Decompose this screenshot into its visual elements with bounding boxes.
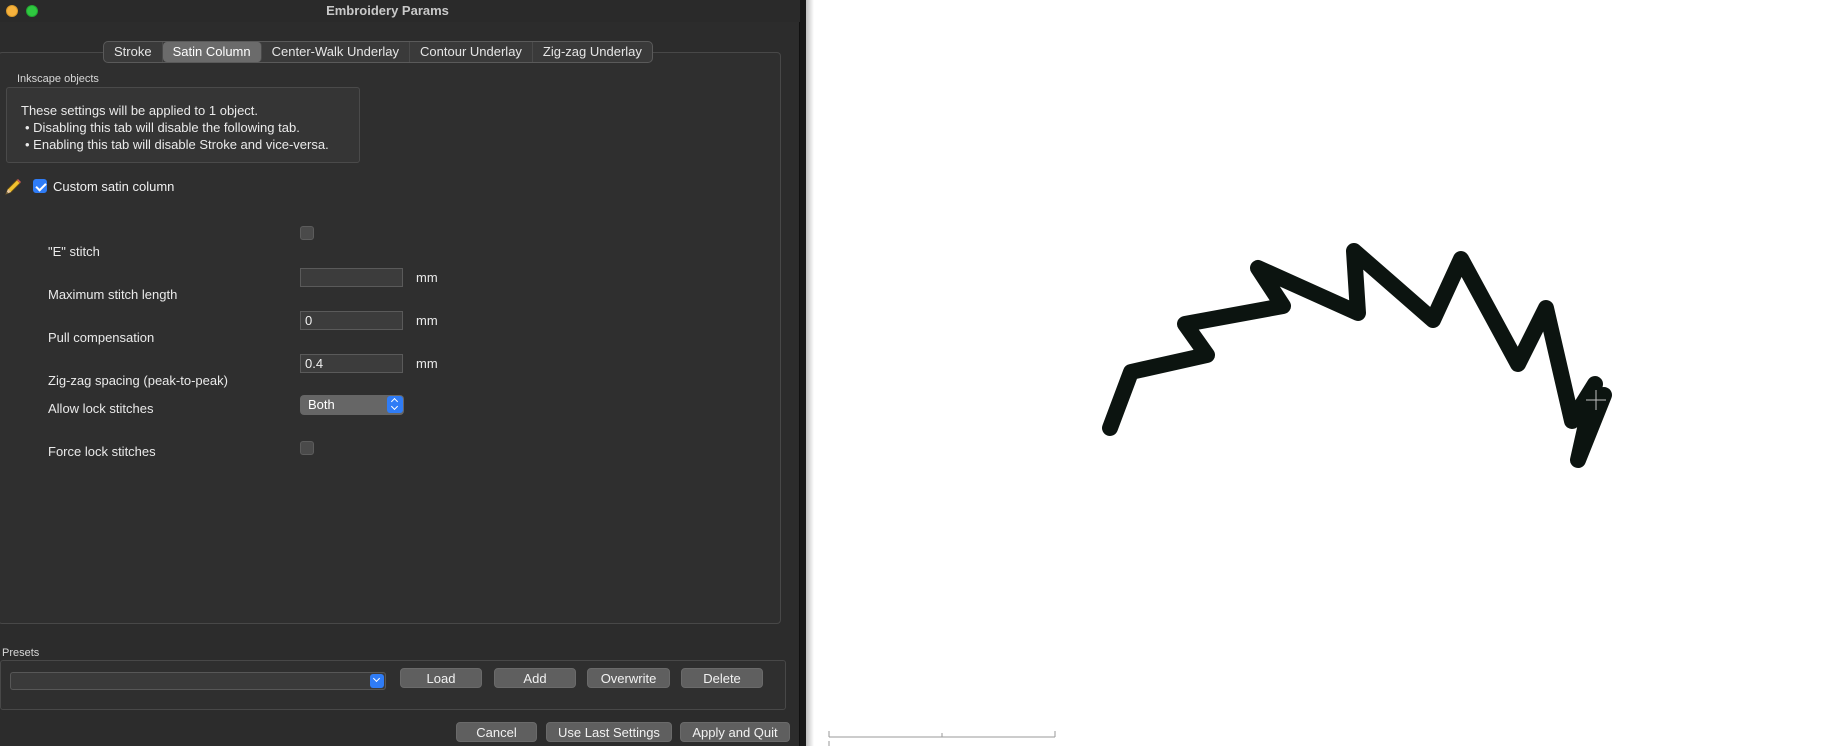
tab-stroke[interactable]: Stroke	[104, 42, 163, 62]
preset-combo-box[interactable]	[10, 672, 386, 690]
max-stitch-length-input[interactable]	[300, 268, 403, 287]
force-lock-stitches-checkbox[interactable]	[300, 441, 314, 455]
tab-center-walk-underlay[interactable]: Center-Walk Underlay	[262, 42, 411, 62]
use-last-settings-button[interactable]: Use Last Settings	[546, 722, 672, 742]
delete-preset-button[interactable]: Delete	[681, 668, 763, 688]
pull-compensation-label: Pull compensation	[48, 330, 155, 345]
tab-contour-underlay[interactable]: Contour Underlay	[410, 42, 533, 62]
cancel-button[interactable]: Cancel	[456, 722, 537, 742]
zigzag-spacing-input[interactable]	[300, 354, 403, 373]
custom-satin-column-label: Custom satin column	[53, 179, 175, 194]
pencil-icon	[5, 179, 21, 195]
select-arrows-icon	[387, 396, 403, 413]
info-line-enabling: • Enabling this tab will disable Stroke …	[25, 137, 329, 152]
overwrite-preset-button[interactable]: Overwrite	[587, 668, 670, 688]
allow-lock-stitches-label: Allow lock stitches	[48, 401, 154, 416]
force-lock-stitches-label: Force lock stitches	[48, 444, 156, 459]
dialog-shadow	[806, 0, 814, 746]
tab-satin-column[interactable]: Satin Column	[162, 42, 262, 62]
e-stitch-label: "E" stitch	[48, 244, 100, 259]
load-preset-button[interactable]: Load	[400, 668, 482, 688]
pull-compensation-unit: mm	[416, 313, 438, 328]
e-stitch-checkbox[interactable]	[300, 226, 314, 240]
zigzag-spacing-label: Zig-zag spacing (peak-to-peak)	[48, 373, 228, 388]
tab-bar: Stroke Satin Column Center-Walk Underlay…	[103, 41, 653, 63]
satin-zigzag-path[interactable]	[1102, 243, 1612, 468]
info-box: These settings will be applied to 1 obje…	[6, 87, 360, 163]
add-preset-button[interactable]: Add	[494, 668, 576, 688]
info-line-disabling: • Disabling this tab will disable the fo…	[25, 120, 300, 135]
window-title: Embroidery Params	[326, 3, 449, 18]
allow-lock-stitches-select[interactable]: Both	[300, 395, 404, 415]
canvas-ruler	[828, 731, 1056, 746]
tab-zigzag-underlay[interactable]: Zig-zag Underlay	[533, 42, 652, 62]
custom-satin-column-checkbox[interactable]	[33, 179, 47, 193]
allow-lock-stitches-value: Both	[308, 397, 335, 412]
zigzag-spacing-unit: mm	[416, 356, 438, 371]
max-stitch-length-unit: mm	[416, 270, 438, 285]
presets-label: Presets	[2, 647, 40, 659]
max-stitch-length-label: Maximum stitch length	[48, 287, 178, 302]
info-line-applied: These settings will be applied to 1 obje…	[21, 103, 259, 118]
pull-compensation-input[interactable]	[300, 311, 403, 330]
apply-and-quit-button[interactable]: Apply and Quit	[680, 722, 790, 742]
chevron-down-icon	[370, 674, 384, 688]
title-bar[interactable]: Embroidery Params	[0, 0, 800, 22]
inkscape-objects-label: Inkscape objects	[17, 73, 99, 85]
